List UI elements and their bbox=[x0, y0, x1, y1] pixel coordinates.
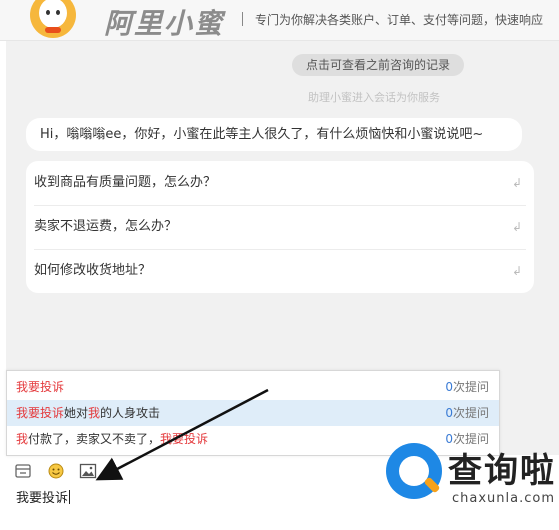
message-input[interactable]: 我要投诉 bbox=[16, 487, 71, 506]
watermark-title: 查询啦 bbox=[448, 451, 556, 491]
service-notice: 助理小蜜进入会话为你服务 bbox=[308, 91, 440, 104]
suggestion-count: 0次提问 bbox=[445, 380, 489, 394]
suggestion-item-selected[interactable]: 我要投诉她对我的人身攻击 0次提问 bbox=[7, 400, 499, 426]
mascot-logo bbox=[30, 0, 76, 38]
suggestion-count: 0次提问 bbox=[445, 406, 489, 420]
image-icon[interactable] bbox=[79, 462, 97, 480]
suggestion-text: 我要投诉 bbox=[16, 380, 65, 394]
watermark-url: chaxunla.com bbox=[452, 491, 555, 506]
faq-item[interactable]: 如何修改收货地址？ ↲ bbox=[26, 249, 534, 293]
faq-item[interactable]: 收到商品有质量问题，怎么办？ ↲ bbox=[26, 161, 534, 205]
header-slogan: 专门为你解决各类账户、订单、支付等问题，快速响应 bbox=[255, 13, 544, 27]
card-icon[interactable] bbox=[14, 462, 32, 480]
suggestion-item[interactable]: 我要投诉 0次提问 bbox=[7, 374, 499, 400]
brand-title: 阿里小蜜 bbox=[104, 7, 225, 40]
composer-toolbar bbox=[10, 460, 210, 482]
header-divider bbox=[242, 12, 243, 26]
emoji-icon[interactable] bbox=[47, 462, 65, 480]
search-icon bbox=[386, 443, 442, 499]
faq-card: 收到商品有质量问题，怎么办？ ↲ 卖家不退运费，怎么办？ ↲ 如何修改收货地址？… bbox=[26, 161, 534, 293]
return-arrow-icon: ↲ bbox=[511, 220, 522, 234]
faq-question: 如何修改收货地址？ bbox=[34, 263, 152, 278]
return-arrow-icon: ↲ bbox=[511, 176, 522, 190]
suggestion-text: 我付款了，卖家又不卖了，我要投诉 bbox=[16, 432, 209, 446]
suggestion-text: 我要投诉她对我的人身攻击 bbox=[16, 406, 161, 420]
faq-item[interactable]: 卖家不退运费，怎么办？ ↲ bbox=[26, 205, 534, 249]
view-history-button[interactable]: 点击可查看之前咨询的记录 bbox=[292, 54, 464, 76]
faq-question: 收到商品有质量问题，怎么办？ bbox=[34, 175, 217, 190]
greeting-message: Hi，嗡嗡嗡ee，你好，小蜜在此等主人很久了，有什么烦恼快和小蜜说说吧~ bbox=[26, 118, 522, 151]
watermark: 查询啦 chaxunla.com bbox=[380, 437, 554, 515]
app-header: 阿里小蜜 专门为你解决各类账户、订单、支付等问题，快速响应 bbox=[0, 0, 559, 41]
faq-question: 卖家不退运费，怎么办？ bbox=[34, 219, 178, 234]
return-arrow-icon: ↲ bbox=[511, 264, 522, 278]
